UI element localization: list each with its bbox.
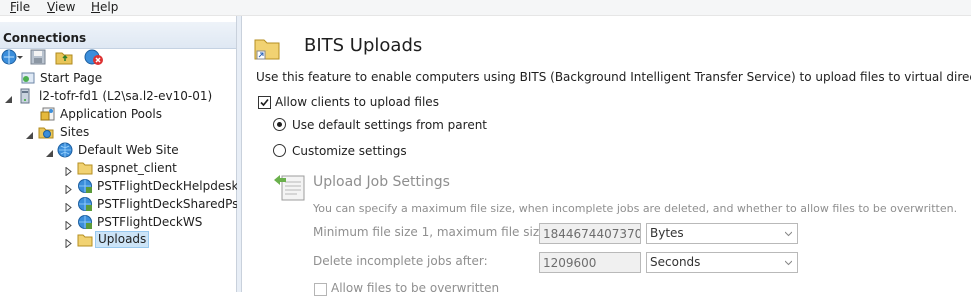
sites-folder-icon (38, 124, 54, 140)
folder-icon (77, 160, 93, 176)
allow-overwrite-label: Allow files to be overwritten (331, 281, 500, 295)
expand-arrow-icon[interactable] (64, 181, 73, 195)
bits-folder-icon (254, 35, 280, 61)
max-size-label: Minimum file size 1, maximum file size: (313, 225, 551, 239)
upload-job-description: You can specify a maximum file size, whe… (313, 202, 958, 215)
chevron-down-icon (785, 260, 792, 266)
collapse-arrow-icon[interactable] (25, 127, 34, 139)
connections-panel: Connections Start Page l2-tofr-fd1 (L2\s… (0, 16, 249, 292)
save-icon[interactable] (29, 48, 47, 66)
tree-node-child[interactable]: aspnet_client (0, 159, 236, 177)
expand-arrow-icon[interactable] (64, 235, 73, 249)
allow-overwrite-checkbox[interactable] (314, 283, 327, 296)
menu-help[interactable]: Help (91, 0, 118, 14)
tree-label-server: l2-tofr-fd1 (L2\sa.l2-ev10-01) (39, 89, 213, 103)
connect-globe-icon[interactable] (1, 48, 23, 66)
collapse-arrow-icon[interactable] (4, 91, 13, 103)
feature-panel: BITS Uploads Use this feature to enable … (242, 16, 971, 296)
web-app-icon (77, 214, 93, 230)
tree-node-default-site[interactable]: Default Web Site (0, 141, 236, 159)
chevron-down-icon (785, 231, 792, 237)
tree-label-child: PSTFlightDeckWS (97, 215, 203, 229)
page-title: BITS Uploads (304, 35, 423, 56)
connections-title: Connections (3, 31, 87, 45)
tree-node-child[interactable]: PSTFlightDeckSharedPsts (0, 195, 249, 213)
tree-label-default-site: Default Web Site (78, 143, 179, 157)
disconnect-icon[interactable] (84, 48, 103, 66)
radio-selected-dot (277, 122, 282, 127)
allow-uploads-label[interactable]: Allow clients to upload files (275, 95, 439, 109)
tree-label-uploads: Uploads (95, 231, 150, 248)
up-folder-icon[interactable] (55, 48, 73, 66)
tree-node-uploads[interactable]: Uploads (0, 231, 236, 249)
tree-node-sites[interactable]: Sites (0, 123, 236, 141)
feature-description: Use this feature to enable computers usi… (256, 70, 971, 84)
menu-bar: File View Help (0, 0, 971, 16)
tree-label-child: aspnet_client (97, 161, 177, 175)
tree-node-server[interactable]: l2-tofr-fd1 (L2\sa.l2-ev10-01) (0, 87, 236, 105)
delete-jobs-input[interactable]: 1209600 (539, 252, 641, 273)
expand-arrow-icon[interactable] (64, 217, 73, 231)
use-default-radio[interactable] (273, 118, 286, 131)
customize-radio[interactable] (273, 144, 286, 157)
globe-icon (57, 142, 73, 158)
web-app-icon (77, 196, 93, 212)
upload-job-icon (272, 168, 306, 202)
allow-uploads-checkbox[interactable] (258, 96, 271, 109)
web-app-icon (77, 178, 93, 194)
tree-node-start-page[interactable]: Start Page (0, 69, 236, 87)
folder-icon (77, 232, 93, 248)
expand-arrow-icon[interactable] (64, 199, 73, 213)
tree-label-start-page: Start Page (40, 71, 103, 85)
upload-job-title: Upload Job Settings (313, 174, 450, 190)
checkmark-icon (260, 98, 269, 107)
expand-arrow-icon[interactable] (64, 163, 73, 177)
delete-jobs-unit-value: Seconds (650, 255, 701, 269)
tree-label-child: PSTFlightDeckHelpdesk (97, 179, 239, 193)
start-page-icon (20, 70, 36, 86)
tree-label-child: PSTFlightDeckSharedPsts (97, 197, 250, 211)
customize-label[interactable]: Customize settings (292, 144, 407, 158)
tree-label-sites: Sites (60, 125, 90, 139)
tree-label-app-pools: Application Pools (60, 107, 162, 121)
connections-header: Connections (0, 22, 236, 49)
delete-jobs-label: Delete incomplete jobs after: (313, 254, 488, 268)
collapse-arrow-icon[interactable] (45, 145, 54, 157)
menu-file[interactable]: File (10, 0, 30, 14)
max-size-input[interactable]: 18446744073709551615 (539, 223, 641, 244)
menu-view[interactable]: View (47, 0, 75, 14)
app-pools-icon (40, 106, 56, 122)
delete-jobs-unit-select[interactable]: Seconds (646, 252, 798, 273)
tree-node-child[interactable]: PSTFlightDeckWS (0, 213, 236, 231)
max-size-unit-value: Bytes (650, 226, 684, 240)
tree-node-app-pools[interactable]: Application Pools (0, 105, 236, 123)
max-size-unit-select[interactable]: Bytes (646, 223, 798, 244)
server-icon (17, 88, 33, 104)
use-default-label[interactable]: Use default settings from parent (292, 118, 487, 132)
tree-node-child[interactable]: PSTFlightDeckHelpdesk (0, 177, 239, 195)
